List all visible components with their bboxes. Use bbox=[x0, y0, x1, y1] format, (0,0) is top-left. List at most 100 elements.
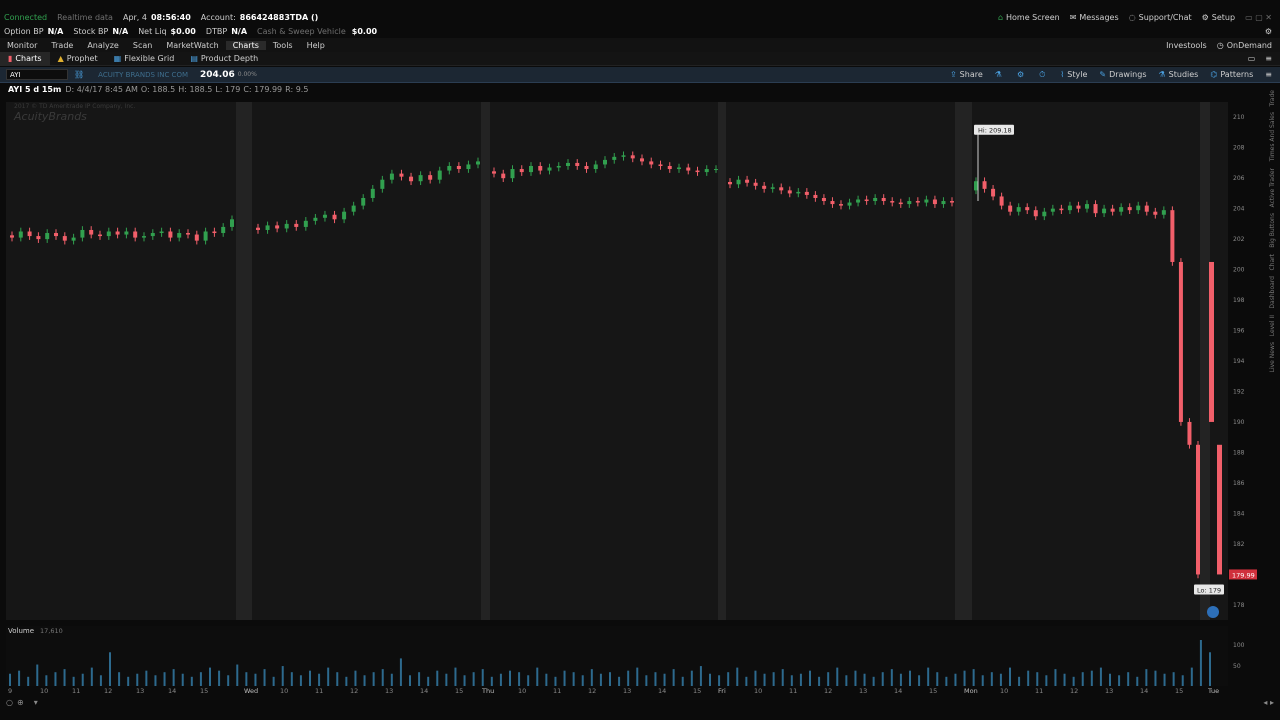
candle-body bbox=[881, 197, 886, 202]
layout-icon[interactable]: ▭ bbox=[1248, 54, 1256, 63]
link-icon[interactable]: ⛓ bbox=[74, 70, 84, 79]
volume-bar bbox=[645, 675, 648, 686]
x-axis-day-label: Thu bbox=[481, 687, 494, 695]
candle-body bbox=[1153, 211, 1158, 215]
share-button[interactable]: ⇪ Share bbox=[950, 70, 983, 79]
volume-bar bbox=[409, 675, 411, 686]
y-axis-tick-label: 182 bbox=[1233, 541, 1245, 548]
ohlc-close: C: 179.99 bbox=[243, 85, 283, 94]
volume-bar bbox=[663, 673, 666, 686]
timeframe-button[interactable]: ⏱ bbox=[1039, 70, 1048, 80]
x-axis-hour-label: 11 bbox=[72, 687, 80, 695]
support-chat-button[interactable]: ◌ Support/Chat bbox=[1129, 13, 1192, 22]
ondemand-button[interactable]: ◷ OnDemand bbox=[1217, 41, 1272, 50]
candle-body bbox=[476, 161, 480, 165]
volume-bar bbox=[1054, 669, 1057, 686]
menu-trade[interactable]: Trade bbox=[44, 41, 80, 50]
menu-analyze[interactable]: Analyze bbox=[80, 41, 126, 50]
patterns-button[interactable]: ⌬ Patterns bbox=[1210, 70, 1253, 79]
session-separator bbox=[1200, 102, 1210, 620]
volume-bar bbox=[1172, 672, 1175, 686]
pan-arrows-icon[interactable]: ◂ ▸ bbox=[1263, 698, 1274, 707]
candle-body bbox=[265, 225, 270, 230]
volume-bar bbox=[1090, 670, 1093, 686]
menu-monitor[interactable]: Monitor bbox=[0, 41, 44, 50]
chart-tabs: ▮ Charts ▲ Prophet ▦ Flexible Grid ▤ Product… bbox=[0, 51, 1280, 66]
volume-bar bbox=[709, 673, 711, 686]
candle-body bbox=[1059, 208, 1064, 211]
y-axis-tick-label: 200 bbox=[1233, 267, 1245, 274]
menu-icon[interactable]: ≡ bbox=[1265, 54, 1272, 63]
ohlc-low: L: 179 bbox=[215, 85, 241, 94]
y-axis-tick-label: 192 bbox=[1233, 388, 1245, 395]
candle-body bbox=[630, 155, 635, 159]
x-axis-hour-label: 14 bbox=[168, 687, 176, 695]
menu-help[interactable]: Help bbox=[300, 41, 332, 50]
flask-button[interactable]: ⚗ bbox=[995, 70, 1005, 79]
candle-body bbox=[186, 233, 190, 235]
volume-bar bbox=[227, 675, 230, 686]
tab-charts[interactable]: ▮ Charts bbox=[0, 51, 50, 66]
studies-button[interactable]: ⚗ Studies bbox=[1159, 70, 1199, 79]
tab-prophet[interactable]: ▲ Prophet bbox=[50, 52, 106, 66]
window-controls[interactable]: ▭ ▢ ✕ bbox=[1245, 13, 1272, 22]
candle-body bbox=[649, 161, 654, 165]
candle-body bbox=[89, 229, 94, 235]
tab-product-depth[interactable]: ▤ Product Depth bbox=[182, 52, 266, 66]
menu-marketwatch[interactable]: MarketWatch bbox=[159, 41, 225, 50]
style-button[interactable]: ⌇ Style bbox=[1060, 70, 1087, 79]
side-tab-level-ii[interactable]: Level II bbox=[1269, 315, 1276, 336]
candle-body bbox=[1136, 205, 1141, 211]
zoom-in-icon[interactable]: ⊕ bbox=[17, 698, 24, 707]
volume-bar bbox=[1145, 669, 1148, 686]
chart-settings-button[interactable]: ⚙ bbox=[1017, 70, 1027, 79]
menu-tools[interactable]: Tools bbox=[266, 41, 300, 50]
volume-bar bbox=[109, 652, 111, 686]
volume-bar bbox=[609, 672, 611, 686]
chart-icon: ▮ bbox=[8, 54, 13, 63]
x-axis-hour-label: 12 bbox=[588, 687, 596, 695]
symbol-input[interactable]: AYI bbox=[6, 69, 68, 80]
candle-body bbox=[177, 233, 182, 238]
setup-button[interactable]: ⚙ Setup bbox=[1202, 13, 1235, 22]
side-tab-dashboard[interactable]: Dashboard bbox=[1269, 276, 1276, 309]
price-chart[interactable]: 2017 © TD Ameritrade IP Company, Inc.Acu… bbox=[0, 96, 1280, 696]
side-tab-live-news[interactable]: Live News bbox=[1269, 342, 1276, 372]
net-liq-label: Net Liq bbox=[138, 27, 167, 36]
stock-bp-value: N/A bbox=[112, 27, 129, 36]
side-tab-times-and-sales[interactable]: Times And Sales bbox=[1269, 112, 1276, 161]
side-tab-big-buttons[interactable]: Big Buttons bbox=[1269, 213, 1276, 248]
volume-bar bbox=[654, 672, 657, 686]
zoom-out-icon[interactable]: ○ bbox=[6, 698, 13, 707]
account-selector[interactable]: 866424883TDA () bbox=[240, 13, 318, 22]
tab-flexible-grid[interactable]: ▦ Flexible Grid bbox=[106, 52, 183, 66]
side-tab-chart[interactable]: Chart bbox=[1269, 254, 1276, 271]
scroll-icon[interactable]: ▾ bbox=[34, 698, 38, 707]
side-tab-active-trader[interactable]: Active Trader bbox=[1269, 168, 1276, 207]
x-axis-day-label: Fri bbox=[718, 687, 726, 695]
style-icon: ⌇ bbox=[1060, 70, 1065, 79]
menu-charts[interactable]: Charts bbox=[225, 40, 266, 50]
side-tab-trade[interactable]: Trade bbox=[1269, 90, 1276, 106]
home-screen-button[interactable]: ⌂ Home Screen bbox=[998, 13, 1060, 22]
messages-button[interactable]: ✉ Messages bbox=[1070, 13, 1119, 22]
volume-bar bbox=[781, 669, 784, 686]
investools-link[interactable]: Investools bbox=[1166, 41, 1207, 50]
percent-change: 0.00% bbox=[237, 71, 257, 78]
candle-body bbox=[212, 231, 217, 234]
volume-bar bbox=[545, 673, 548, 686]
more-icon[interactable]: ≡ bbox=[1265, 70, 1272, 79]
y-axis-tick-label: 194 bbox=[1233, 358, 1245, 365]
session-separator bbox=[481, 102, 490, 620]
drawings-button[interactable]: ✎ Drawings bbox=[1099, 70, 1146, 79]
volume-bar bbox=[681, 676, 684, 686]
volume-bar bbox=[427, 676, 430, 686]
candle-body bbox=[115, 231, 120, 235]
candle-body bbox=[787, 190, 792, 194]
volume-bar bbox=[418, 672, 421, 686]
settings-gear-icon[interactable]: ⚙ bbox=[1265, 27, 1272, 36]
volume-bar bbox=[763, 673, 766, 686]
candle-body bbox=[370, 188, 375, 198]
menu-scan[interactable]: Scan bbox=[126, 41, 159, 50]
y-axis-tick-label: 190 bbox=[1233, 419, 1245, 426]
